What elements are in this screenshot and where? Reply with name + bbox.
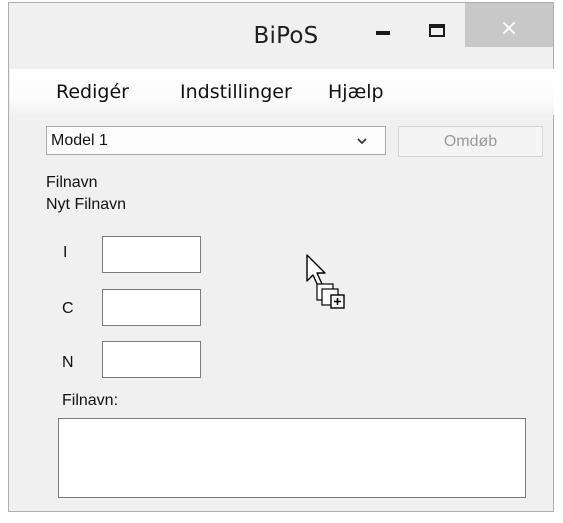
menu-item-indstillinger[interactable]: Indstillinger — [180, 81, 292, 103]
minimize-icon — [376, 31, 390, 35]
output-filename-textarea[interactable] — [58, 418, 526, 498]
new-filename-label: Nyt Filnavn — [46, 196, 127, 213]
minimize-button[interactable] — [362, 3, 408, 47]
field-c-label: C — [62, 300, 74, 317]
maximize-button[interactable] — [416, 3, 462, 47]
maximize-icon — [429, 24, 445, 37]
output-filename-label: Filnavn: — [62, 392, 119, 409]
model-select-value: Model 1 — [51, 132, 108, 149]
chevron-down-icon — [357, 138, 367, 145]
menu-item-rediger[interactable]: Redigér — [56, 81, 129, 103]
close-button[interactable]: × — [465, 3, 553, 47]
copy-drag-cursor-icon — [306, 254, 345, 309]
close-icon: × — [499, 16, 519, 41]
rename-button[interactable]: Omdøb — [398, 126, 543, 157]
menu-item-hjaelp[interactable]: Hjælp — [328, 81, 384, 103]
field-n-input[interactable] — [102, 341, 201, 378]
field-i-label: I — [63, 244, 68, 261]
field-n-label: N — [62, 354, 74, 371]
field-c-input[interactable] — [102, 289, 201, 326]
model-select[interactable]: Model 1 — [46, 126, 386, 155]
title-bar[interactable]: BiPoS × — [9, 3, 553, 67]
filename-label: Filnavn — [46, 174, 98, 191]
menu-bar: Redigér Indstillinger Hjælp — [10, 69, 554, 115]
field-i-input[interactable] — [102, 236, 201, 273]
